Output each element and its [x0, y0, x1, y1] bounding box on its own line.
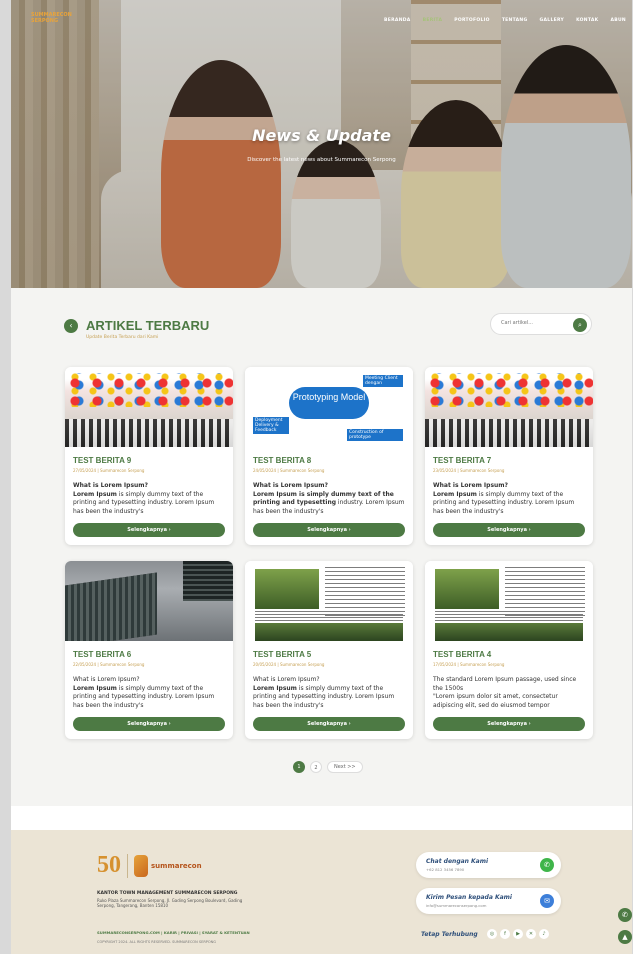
- read-more-button[interactable]: Selengkapnya ›: [253, 523, 405, 537]
- article-excerpt: What is Lorem Ipsum? Lorem Ipsum is simpl…: [73, 676, 215, 709]
- email-title: Kirim Pesan kepada Kami: [426, 894, 512, 901]
- article-image-photo: [255, 569, 319, 609]
- proto-diagram-title: Prototyping Model: [289, 387, 369, 419]
- proto-diagram-box: Construction of prototype: [347, 429, 403, 441]
- article-card[interactable]: TEST BERITA 7 23/05/2024 | Summarecon Se…: [425, 367, 593, 545]
- article-image-photo: [435, 623, 583, 641]
- read-more-button[interactable]: Selengkapnya ›: [433, 523, 585, 537]
- youtube-icon[interactable]: ▶: [513, 929, 523, 939]
- article-card[interactable]: Prototyping Model Meeting Client dengan …: [245, 367, 413, 545]
- email-subtitle: info@summareconserpong.com: [426, 903, 487, 908]
- hero-banner: SUMMARECON SERPONG BERANDA BERITA PORTOF…: [11, 0, 632, 288]
- article-card[interactable]: TEST BERITA 4 17/05/2024 | Summarecon Se…: [425, 561, 593, 739]
- social-links: ◎ f ▶ ✕ ♪: [487, 929, 549, 939]
- section-subtitle: Update Berita Terbaru dari Kami: [86, 335, 159, 340]
- article-meta: 20/05/2024 | Summarecon Serpong: [253, 662, 325, 667]
- read-more-button[interactable]: Selengkapnya ›: [73, 523, 225, 537]
- article-image[interactable]: [245, 561, 413, 641]
- summarecon-logo-icon: [134, 854, 148, 877]
- section-back-icon[interactable]: ‹: [64, 318, 78, 333]
- chat-subtitle: +62 812 3456 7890: [426, 867, 465, 872]
- proto-diagram-box: Meeting Client dengan: [363, 375, 403, 387]
- nav-tentang[interactable]: TENTANG: [496, 18, 534, 23]
- read-more-button[interactable]: Selengkapnya ›: [433, 717, 585, 731]
- search-box: ⌕: [490, 313, 592, 335]
- page: SUMMARECON SERPONG BERANDA BERITA PORTOF…: [11, 0, 632, 954]
- page-1-button[interactable]: 1: [293, 761, 305, 773]
- read-more-button[interactable]: Selengkapnya ›: [253, 717, 405, 731]
- article-excerpt: What is Lorem Ipsum? Lorem Ipsum is simpl…: [253, 676, 395, 709]
- article-title[interactable]: TEST BERITA 7: [433, 456, 585, 465]
- copyright: COPYRIGHT 2024. ALL RIGHTS RESERVED. SUM…: [97, 940, 216, 944]
- article-image[interactable]: [65, 367, 233, 447]
- next-page-button[interactable]: Next >>: [327, 761, 363, 773]
- footer-brand: summarecon: [151, 861, 202, 870]
- article-meta: 17/05/2024 | Summarecon Serpong: [433, 662, 505, 667]
- article-image-photo: [255, 623, 403, 641]
- main-nav: BERANDA BERITA PORTOFOLIO TENTANG GALLER…: [378, 18, 632, 23]
- footer: 50 summarecon KANTOR TOWN MANAGEMENT SUM…: [11, 830, 632, 954]
- article-meta: 22/05/2024 | Summarecon Serpong: [73, 662, 145, 667]
- search-input[interactable]: [501, 320, 567, 326]
- footer-logo: 50 summarecon: [97, 852, 202, 879]
- article-card[interactable]: TEST BERITA 6 22/05/2024 | Summarecon Se…: [65, 561, 233, 739]
- article-meta: 23/05/2024 | Summarecon Serpong: [433, 468, 505, 473]
- read-more-button[interactable]: Selengkapnya ›: [73, 717, 225, 731]
- article-image[interactable]: Prototyping Model Meeting Client dengan …: [245, 367, 413, 447]
- article-title[interactable]: TEST BERITA 8: [253, 456, 405, 465]
- anniversary-badge: 50: [97, 852, 121, 878]
- social-label: Tetap Terhubung: [421, 931, 478, 938]
- section-heading: ‹ ARTIKEL TERBARU: [64, 318, 209, 333]
- chat-title: Chat dengan Kami: [426, 858, 489, 865]
- article-card[interactable]: TEST BERITA 9 27/05/2024 | Summarecon Se…: [65, 367, 233, 545]
- article-title[interactable]: TEST BERITA 4: [433, 650, 585, 659]
- site-logo[interactable]: SUMMARECON SERPONG: [31, 12, 72, 26]
- logo-divider: [127, 853, 128, 878]
- pagination: 1 2 Next >>: [293, 761, 363, 773]
- page-2-button[interactable]: 2: [310, 761, 322, 773]
- whatsapp-icon: ✆: [540, 858, 554, 872]
- article-excerpt: What is Lorem Ipsum? Lorem Ipsum is simpl…: [433, 482, 575, 515]
- nav-extra[interactable]: ABUN: [604, 18, 632, 23]
- hero-title: News & Update: [252, 126, 391, 145]
- nav-portofolio[interactable]: PORTOFOLIO: [448, 18, 496, 23]
- nav-gallery[interactable]: GALLERY: [534, 18, 571, 23]
- article-image-text: [435, 611, 583, 621]
- article-image-photo: [435, 569, 499, 609]
- nav-kontak[interactable]: KONTAK: [570, 18, 604, 23]
- search-icon[interactable]: ⌕: [573, 318, 587, 332]
- article-image[interactable]: [425, 367, 593, 447]
- hero-subtitle: Discover the latest news about Summareco…: [247, 157, 396, 163]
- footer-links[interactable]: SUMMARECONSERPONG.COM | KARIR | PRIVASI …: [97, 930, 250, 935]
- office-address: Ruko Plaza Summarecon Serpong, Jl. Gadin…: [97, 898, 243, 908]
- tiktok-icon[interactable]: ♪: [539, 929, 549, 939]
- article-excerpt: What is Lorem Ipsum? Lorem Ipsum is simpl…: [73, 482, 215, 515]
- article-excerpt: The standard Lorem Ipsum passage, used s…: [433, 676, 577, 709]
- nav-berita[interactable]: BERITA: [417, 18, 449, 23]
- scroll-top-icon[interactable]: ▲: [618, 930, 632, 944]
- article-meta: 24/05/2024 | Summarecon Serpong: [253, 468, 325, 473]
- article-image[interactable]: [425, 561, 593, 641]
- section-title: ARTIKEL TERBARU: [86, 318, 210, 333]
- mail-icon: ✉: [540, 894, 554, 908]
- chat-button[interactable]: Chat dengan Kami +62 812 3456 7890 ✆: [416, 852, 561, 878]
- instagram-icon[interactable]: ◎: [487, 929, 497, 939]
- article-title[interactable]: TEST BERITA 5: [253, 650, 405, 659]
- article-title[interactable]: TEST BERITA 9: [73, 456, 225, 465]
- nav-beranda[interactable]: BERANDA: [378, 18, 417, 23]
- chat-float-icon[interactable]: ✆: [618, 908, 632, 922]
- article-image-text: [255, 611, 403, 621]
- proto-diagram-box: Deployment Delivery & Feedback: [253, 417, 289, 434]
- article-excerpt: What is Lorem Ipsum? Lorem Ipsum is simpl…: [253, 482, 405, 515]
- article-title[interactable]: TEST BERITA 6: [73, 650, 225, 659]
- articles-section: ‹ ARTIKEL TERBARU Update Berita Terbaru …: [11, 288, 632, 806]
- article-meta: 27/05/2024 | Summarecon Serpong: [73, 468, 145, 473]
- twitter-icon[interactable]: ✕: [526, 929, 536, 939]
- article-card[interactable]: TEST BERITA 5 20/05/2024 | Summarecon Se…: [245, 561, 413, 739]
- office-name: KANTOR TOWN MANAGEMENT SUMMARECON SERPON…: [97, 891, 238, 896]
- email-button[interactable]: Kirim Pesan kepada Kami info@summarecons…: [416, 888, 561, 914]
- article-image[interactable]: [65, 561, 233, 641]
- facebook-icon[interactable]: f: [500, 929, 510, 939]
